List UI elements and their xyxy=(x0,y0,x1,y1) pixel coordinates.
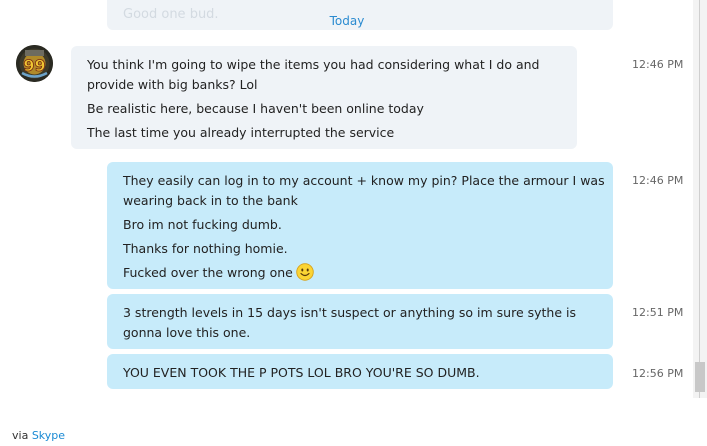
scrollbar-track xyxy=(699,0,700,398)
message-line: They easily can log in to my account + k… xyxy=(123,173,605,188)
message-line: 3 strength levels in 15 days isn't suspe… xyxy=(123,305,576,320)
message-timestamp: 12:46 PM xyxy=(632,58,684,71)
outgoing-message-bubble[interactable]: They easily can log in to my account + k… xyxy=(107,162,613,289)
message-line: provide with big banks? Lol xyxy=(87,77,258,92)
avatar-text: 99 xyxy=(23,56,45,75)
outgoing-message-bubble[interactable]: YOU EVEN TOOK THE P POTS LOL BRO YOU'RE … xyxy=(107,354,613,389)
message-line-with-emoji: Fucked over the wrong one xyxy=(123,263,597,283)
message-line: Bro im not fucking dumb. xyxy=(123,217,282,232)
avatar[interactable]: 99 xyxy=(16,45,53,82)
message-line: Fucked over the wrong one xyxy=(123,265,293,280)
outgoing-message-bubble[interactable]: 3 strength levels in 15 days isn't suspe… xyxy=(107,294,613,349)
footer-prefix: via xyxy=(12,429,29,442)
smiley-emoji-icon xyxy=(296,263,314,281)
message-timestamp: 12:51 PM xyxy=(632,306,684,319)
message-line: You think I'm going to wipe the items yo… xyxy=(87,57,540,72)
message-timestamp: 12:56 PM xyxy=(632,367,684,380)
message-line: Thanks for nothing homie. xyxy=(123,241,288,256)
scrollbar-thumb[interactable] xyxy=(695,362,705,392)
skype-link[interactable]: Skype xyxy=(32,429,65,442)
incoming-message-bubble[interactable]: You think I'm going to wipe the items yo… xyxy=(71,46,577,149)
vertical-scrollbar[interactable] xyxy=(693,0,707,398)
day-divider: Today xyxy=(329,14,365,28)
message-line: The last time you already interrupted th… xyxy=(87,125,395,140)
avatar-image: 99 xyxy=(16,45,53,82)
message-timestamp: 12:46 PM xyxy=(632,174,684,187)
message-line: wearing back in to the bank xyxy=(123,193,298,208)
message-line: gonna love this one. xyxy=(123,325,251,340)
message-line: YOU EVEN TOOK THE P POTS LOL BRO YOU'RE … xyxy=(123,365,480,380)
source-footer: via Skype xyxy=(12,429,65,442)
message-line: Be realistic here, because I haven't bee… xyxy=(87,101,424,116)
